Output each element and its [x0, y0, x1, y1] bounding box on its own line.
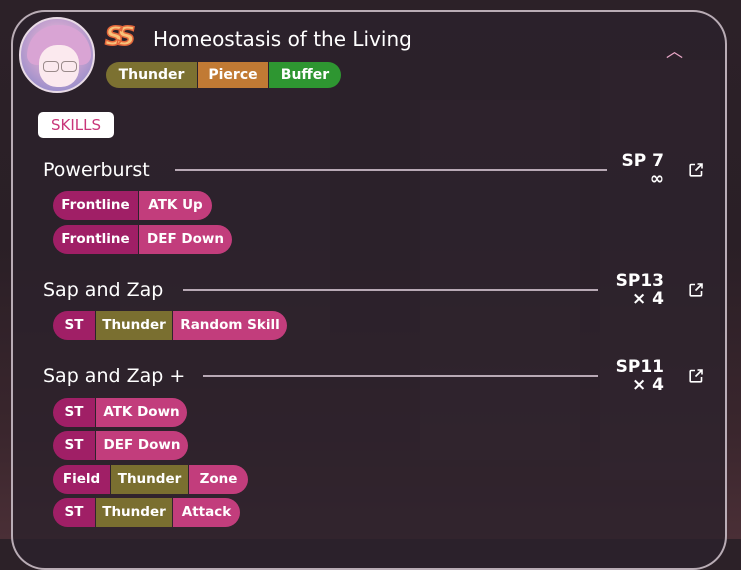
effect-chip: ST: [53, 398, 95, 427]
effect-chip: Field: [53, 465, 110, 494]
skill-name: Sap and Zap: [43, 279, 164, 301]
skill-name: Sap and Zap +: [43, 365, 186, 387]
effect-chip: DEF Down: [96, 431, 188, 460]
skill-sp-cost: SP 7: [621, 151, 664, 171]
effect-chip: ST: [53, 498, 95, 527]
tag-pierce: Pierce: [198, 62, 268, 88]
skill-uses: ∞: [649, 169, 664, 189]
effect-chip: Thunder: [111, 465, 188, 494]
effect-chip: Frontline: [53, 225, 138, 254]
skill-uses: × 4: [632, 375, 664, 395]
divider: [183, 289, 598, 291]
effect-chip: ATK Up: [139, 191, 212, 220]
external-link-icon[interactable]: [688, 368, 704, 384]
tag-thunder: Thunder: [106, 62, 197, 88]
effect-chip: Frontline: [53, 191, 138, 220]
tag-buffer: Buffer: [269, 62, 341, 88]
skill-sp-cost: SP13: [615, 271, 664, 291]
effect-chip: ST: [53, 311, 95, 340]
skill-sp-cost: SP11: [615, 357, 664, 377]
character-avatar: [19, 17, 95, 93]
section-label: SKILLS: [38, 112, 114, 138]
effect-chip: Attack: [173, 498, 240, 527]
divider: [175, 169, 607, 171]
effect-chip: ATK Down: [96, 398, 187, 427]
skill-name: Powerburst: [43, 159, 150, 181]
effect-chip: ST: [53, 431, 95, 460]
ss-rank-icon: SS: [104, 21, 136, 53]
effect-chip: Thunder: [96, 498, 172, 527]
skill-uses: × 4: [632, 289, 664, 309]
effect-chip: Random Skill: [173, 311, 287, 340]
external-link-icon[interactable]: [688, 162, 704, 178]
chevron-up-icon[interactable]: ︿: [666, 42, 683, 62]
external-link-icon[interactable]: [688, 282, 704, 298]
unit-title: Homeostasis of the Living: [153, 27, 412, 51]
effect-chip: Zone: [189, 465, 248, 494]
divider: [203, 375, 598, 377]
effect-chip: Thunder: [96, 311, 172, 340]
effect-chip: DEF Down: [139, 225, 232, 254]
